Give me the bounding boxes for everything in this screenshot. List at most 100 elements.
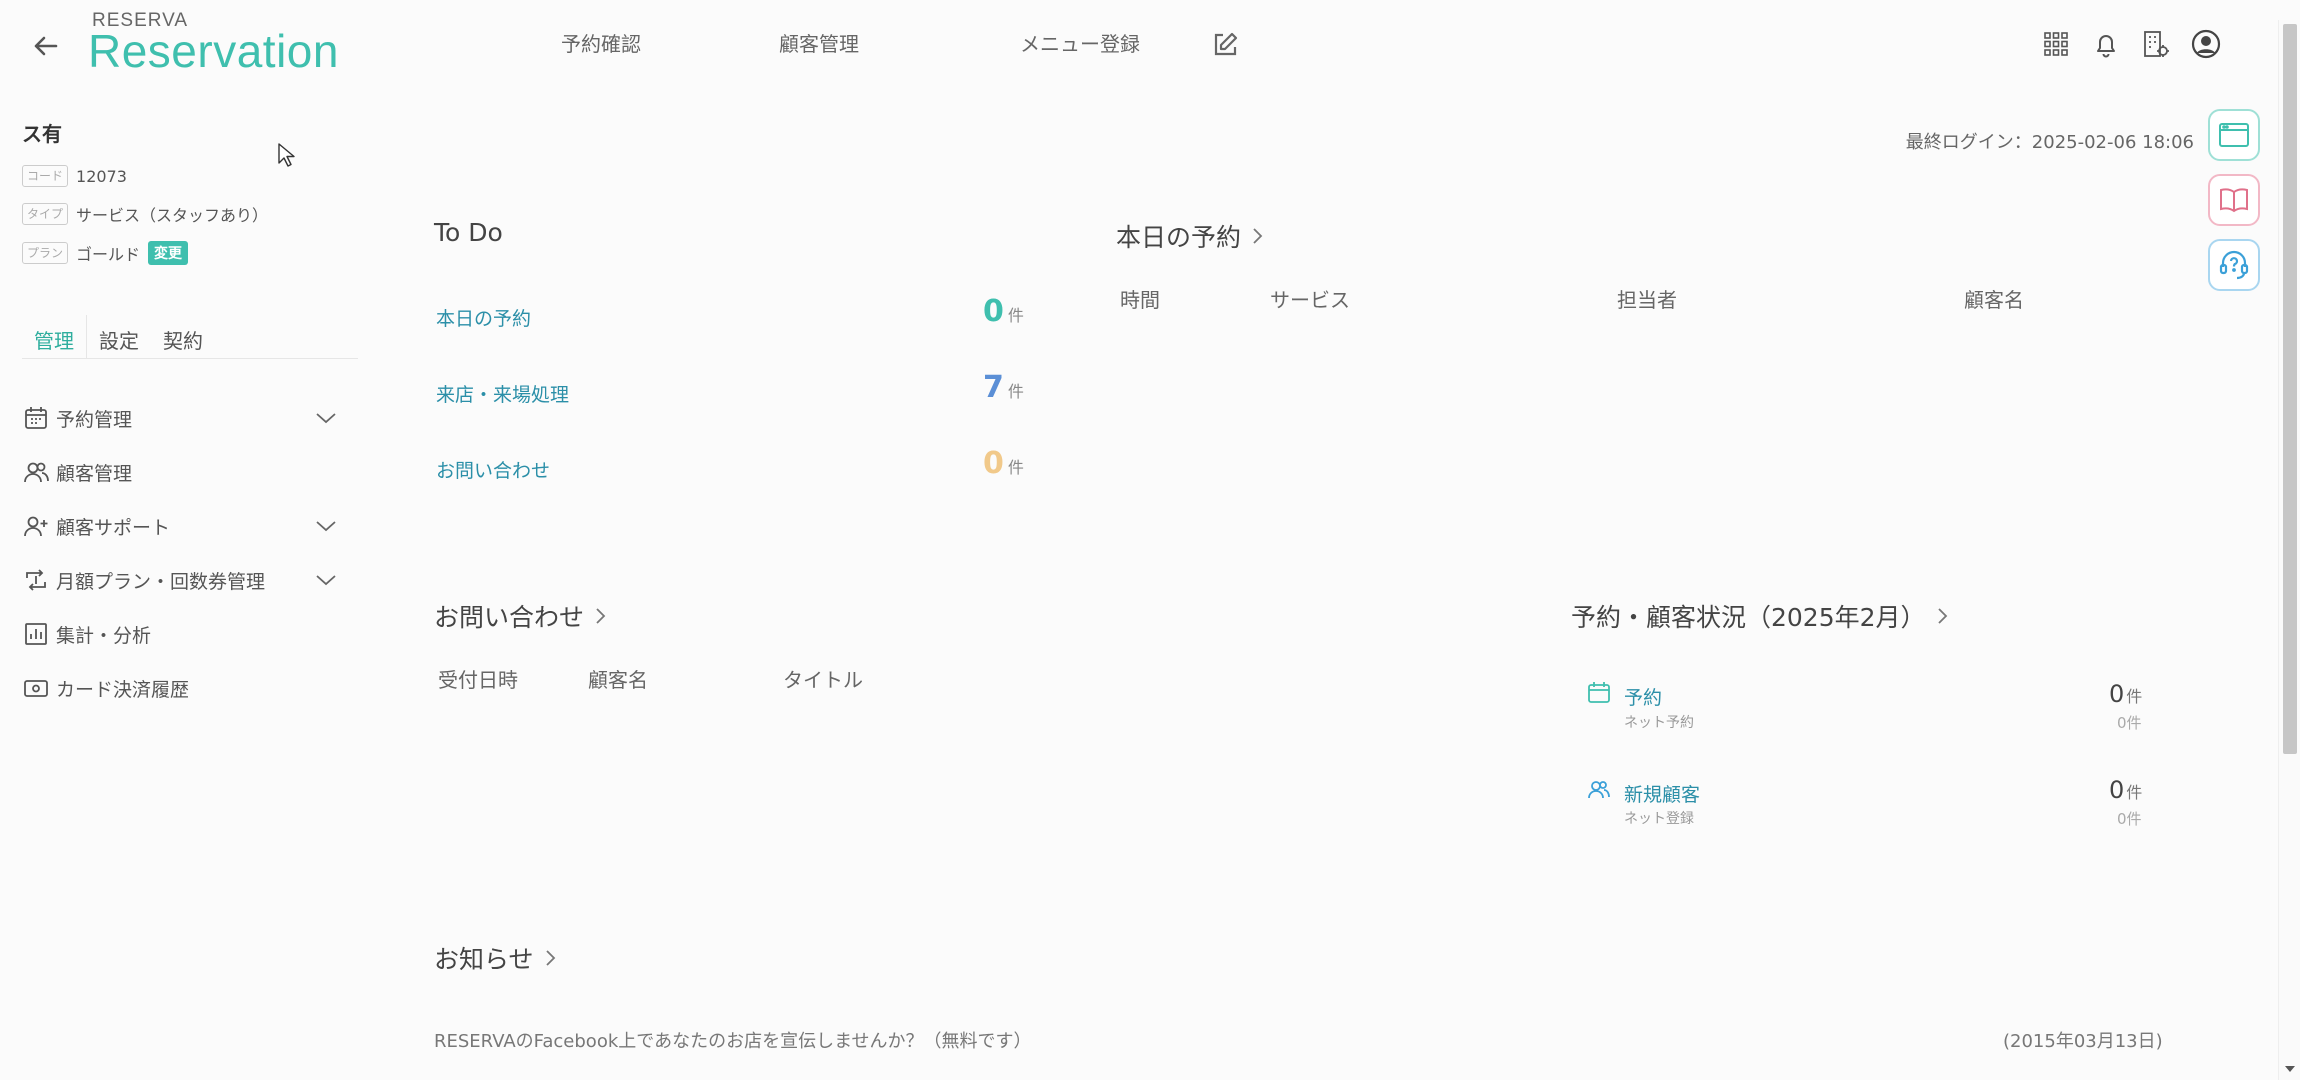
nav-reservation-check[interactable]: 予約確認 — [561, 28, 641, 57]
shop-type: サービス（スタッフあり） — [76, 206, 269, 225]
column-title: タイトル — [783, 668, 863, 692]
edit-icon[interactable] — [1210, 30, 1240, 60]
logo[interactable]: Reservation — [88, 24, 339, 78]
sidebar-item-label: カード決済履歴 — [56, 678, 190, 701]
plan-tag: プラン — [22, 242, 69, 264]
sidebar-item-monthly-plan[interactable]: 月額プラン・回数券管理 — [22, 565, 337, 595]
scroll-down-icon[interactable] — [2284, 1064, 2296, 1074]
code-tag: コード — [22, 165, 69, 187]
shop-name: ス有 — [22, 122, 62, 146]
book-icon — [2220, 188, 2248, 213]
news-title-text: お知らせ — [434, 945, 534, 974]
status-new-customers-link[interactable]: 新規顧客 — [1624, 780, 1700, 807]
back-arrow-icon[interactable] — [28, 28, 64, 64]
sidebar-item-label: 顧客管理 — [56, 462, 133, 485]
sidebar-item-analytics[interactable]: 集計・分析 — [22, 619, 337, 649]
building-settings-icon[interactable] — [2140, 28, 2172, 60]
calendar-icon — [25, 407, 47, 429]
sidebar-item-label: 予約管理 — [56, 408, 133, 431]
inquiry-title-text: お問い合わせ — [434, 603, 585, 632]
column-time: 時間 — [1120, 288, 1160, 312]
todo-inquiries[interactable]: お問い合わせ — [436, 456, 550, 483]
user-circle-icon[interactable] — [2190, 28, 2222, 60]
todo-count-unit: 件 — [1007, 306, 1024, 325]
sidebar-item-label: 顧客サポート — [56, 516, 171, 539]
bar-chart-icon — [25, 623, 47, 645]
card-icon — [24, 680, 48, 697]
sidebar-item-customer-support[interactable]: 顧客サポート — [22, 511, 337, 541]
nav-customer-management[interactable]: 顧客管理 — [779, 28, 859, 57]
todo-inquiry-count: 0件 — [983, 446, 1024, 481]
sidebar-item-card-history[interactable]: カード決済履歴 — [22, 673, 337, 703]
stat-count-value: 0 — [2109, 776, 2125, 804]
tab-contract[interactable]: 契約 — [151, 315, 215, 358]
last-login: 最終ログイン：2025-02-06 18:06 — [1905, 132, 2194, 153]
column-service: サービス — [1270, 288, 1350, 312]
tab-settings[interactable]: 設定 — [87, 315, 151, 358]
support-headset-icon — [2219, 250, 2249, 280]
sidebar-item-customers[interactable]: 顧客管理 — [22, 457, 337, 487]
todo-today-count: 0件 — [983, 294, 1024, 329]
todo-count-unit: 件 — [1007, 382, 1024, 401]
status-new-customers-sub: ネット登録 — [1624, 811, 1694, 827]
support-button[interactable] — [2208, 239, 2260, 291]
todo-count-value: 7 — [983, 370, 1004, 405]
manual-button[interactable] — [2208, 174, 2260, 226]
chevron-down-icon[interactable] — [315, 573, 337, 587]
shop-plan: ゴールド — [76, 245, 141, 264]
status-reservations-sub-count: 0件 — [2117, 714, 2142, 732]
today-reservations-title[interactable]: 本日の予約 — [1116, 218, 1265, 254]
news-item-date: (2015年03月13日) — [2003, 1031, 2163, 1052]
sidebar-item-reservation[interactable]: 予約管理 — [22, 403, 337, 433]
todo-title-text: To Do — [434, 218, 503, 247]
status-new-customers-sub-count: 0件 — [2117, 810, 2142, 828]
column-customer-name: 顧客名 — [588, 668, 648, 692]
bell-icon[interactable] — [2090, 28, 2122, 60]
todo-count-value: 0 — [983, 294, 1004, 329]
tab-manage[interactable]: 管理 — [22, 315, 87, 358]
inquiry-title[interactable]: お問い合わせ — [434, 598, 608, 634]
stat-count-value: 0 — [2109, 680, 2125, 708]
nav-menu-registration[interactable]: メニュー登録 — [1020, 28, 1140, 57]
todo-count-value: 0 — [983, 446, 1004, 481]
shop-plan-row: プラン ゴールド 変更 — [22, 241, 189, 265]
users-icon — [24, 462, 49, 483]
chevron-right-icon — [1253, 228, 1263, 244]
todo-visit-processing[interactable]: 来店・来場処理 — [436, 380, 569, 407]
todo-today-reservations[interactable]: 本日の予約 — [436, 304, 531, 331]
status-reservations-sub: ネット予約 — [1624, 715, 1694, 731]
status-reservations-count: 0件 — [2109, 680, 2142, 708]
plan-change-button[interactable]: 変更 — [148, 241, 189, 265]
status-new-customers-count: 0件 — [2109, 776, 2142, 804]
status-title-text: 予約・顧客状況（2025年2月） — [1571, 603, 1926, 632]
news-title[interactable]: お知らせ — [434, 940, 558, 976]
repeat-icon — [26, 569, 46, 591]
sidebar-item-label: 集計・分析 — [56, 624, 152, 647]
column-staff: 担当者 — [1617, 288, 1677, 312]
todo-visit-count: 7件 — [983, 370, 1024, 405]
type-tag: タイプ — [22, 203, 69, 225]
news-item-link[interactable]: RESERVAのFacebook上であなたのお店を宣伝しませんか？（無料です） — [434, 1027, 1032, 1053]
mouse-cursor-icon — [277, 142, 295, 168]
scrollbar-thumb[interactable] — [2283, 24, 2297, 754]
users-icon — [1586, 777, 1612, 803]
chevron-right-icon — [596, 608, 606, 624]
page-scrollbar[interactable] — [2278, 20, 2300, 1080]
browser-window-button[interactable] — [2208, 109, 2260, 161]
todo-title: To Do — [434, 218, 503, 247]
chevron-right-icon — [1937, 608, 1947, 624]
sidebar-tabs: 管理 設定 契約 — [22, 315, 358, 359]
chevron-down-icon[interactable] — [315, 519, 337, 533]
user-plus-icon — [24, 516, 48, 537]
today-title-text: 本日の予約 — [1116, 223, 1242, 252]
chevron-right-icon — [545, 950, 555, 966]
column-received-at: 受付日時 — [438, 668, 518, 692]
stat-count-unit: 件 — [2126, 783, 2143, 802]
grid-icon[interactable] — [2040, 28, 2072, 60]
chevron-down-icon[interactable] — [315, 411, 337, 425]
status-title[interactable]: 予約・顧客状況（2025年2月） — [1571, 598, 1950, 634]
status-reservations-link[interactable]: 予約 — [1624, 683, 1662, 710]
shop-code-row: コード 12073 — [22, 165, 127, 187]
todo-count-unit: 件 — [1007, 458, 1024, 477]
column-customer: 顧客名 — [1964, 288, 2024, 312]
